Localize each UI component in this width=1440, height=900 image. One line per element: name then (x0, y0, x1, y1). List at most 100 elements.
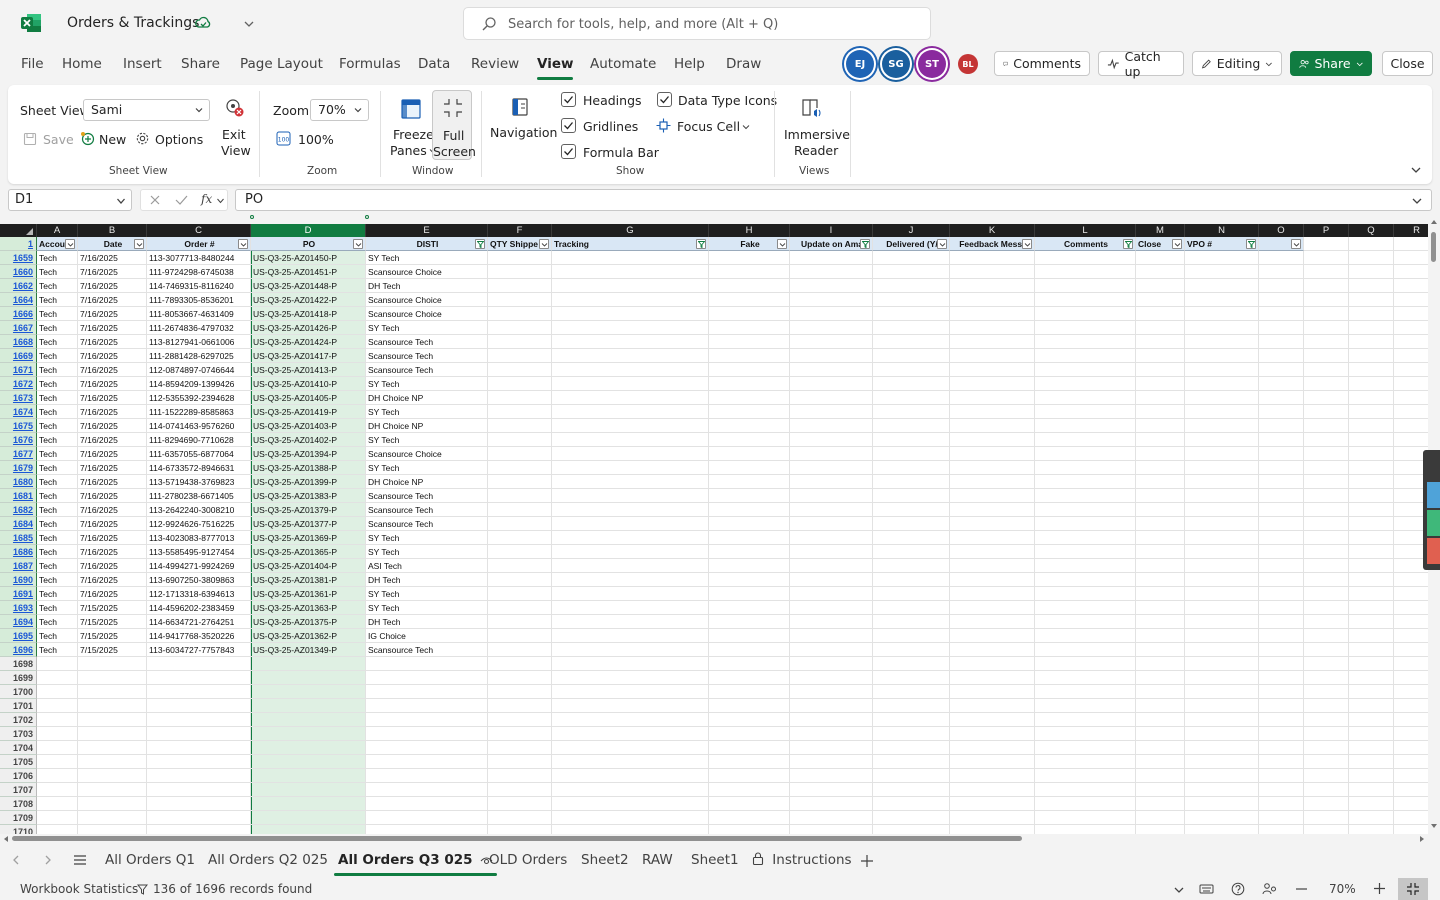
accessibility-icon[interactable] (1262, 882, 1277, 896)
table-cell[interactable] (950, 699, 1035, 713)
table-cell[interactable] (488, 405, 552, 419)
name-box[interactable]: D1 (8, 189, 132, 211)
exit-view-button[interactable]: Exit View (218, 97, 251, 159)
formula-input[interactable]: PO (235, 189, 1432, 211)
table-cell[interactable] (1259, 797, 1304, 811)
table-cell[interactable]: 114-0741463-9576260 (147, 419, 251, 433)
table-cell[interactable]: 7/16/2025 (78, 293, 147, 307)
table-cell[interactable] (709, 363, 790, 377)
table-cell[interactable] (78, 797, 147, 811)
table-cell[interactable]: US-Q3-25-AZ01365-P (251, 545, 366, 559)
table-cell[interactable]: US-Q3-25-AZ01448-P (251, 279, 366, 293)
row-header[interactable]: 1705 (0, 755, 37, 769)
table-cell[interactable]: 7/16/2025 (78, 503, 147, 517)
table-cell[interactable] (709, 503, 790, 517)
table-cell[interactable] (1035, 349, 1136, 363)
immersive-reader-button[interactable]: Immersive Reader (784, 95, 850, 159)
table-cell[interactable] (1349, 699, 1394, 713)
full-screen-button[interactable]: Full Screen (432, 90, 476, 160)
table-cell[interactable] (1394, 713, 1428, 727)
table-cell[interactable] (1136, 503, 1185, 517)
table-cell[interactable] (1185, 601, 1259, 615)
table-cell[interactable] (251, 825, 366, 834)
table-cell[interactable] (873, 321, 950, 335)
table-cell[interactable] (1035, 377, 1136, 391)
table-cell[interactable] (37, 685, 78, 699)
table-cell[interactable]: Tech (37, 475, 78, 489)
table-cell[interactable] (1304, 629, 1349, 643)
table-cell[interactable] (1035, 629, 1136, 643)
table-cell[interactable] (1304, 293, 1349, 307)
table-cell[interactable] (78, 769, 147, 783)
table-cell[interactable] (1185, 433, 1259, 447)
table-cell[interactable] (488, 797, 552, 811)
table-cell[interactable] (1136, 783, 1185, 797)
row-header[interactable]: 1687 (0, 559, 37, 573)
table-cell[interactable] (950, 335, 1035, 349)
table-cell[interactable] (1349, 573, 1394, 587)
table-cell[interactable] (1185, 783, 1259, 797)
table-cell[interactable] (1035, 251, 1136, 265)
table-cell[interactable]: 112-0874897-0746644 (147, 363, 251, 377)
table-cell[interactable] (552, 433, 709, 447)
tab-page-layout[interactable]: Page Layout (240, 56, 323, 72)
filter-dropdown-icon[interactable] (777, 239, 787, 249)
table-cell[interactable] (790, 545, 873, 559)
table-cell[interactable] (1259, 405, 1304, 419)
table-cell[interactable] (1259, 363, 1304, 377)
table-cell[interactable]: 7/15/2025 (78, 629, 147, 643)
table-cell[interactable] (1394, 657, 1428, 671)
table-cell[interactable] (1136, 573, 1185, 587)
table-cell[interactable]: US-Q3-25-AZ01405-P (251, 391, 366, 405)
column-header-p[interactable]: P (1304, 224, 1349, 237)
table-cell[interactable] (950, 825, 1035, 834)
table-cell[interactable] (366, 825, 488, 834)
table-cell[interactable] (552, 769, 709, 783)
table-cell[interactable]: ASI Tech (366, 559, 488, 573)
keyboard-icon[interactable] (1199, 883, 1214, 895)
table-cell[interactable]: Tech (37, 615, 78, 629)
table-cell[interactable] (1136, 461, 1185, 475)
table-cell[interactable]: Scansource Choice (366, 447, 488, 461)
table-cell[interactable]: Scansource Tech (366, 363, 488, 377)
table-cell[interactable] (790, 769, 873, 783)
table-cell[interactable]: 7/16/2025 (78, 307, 147, 321)
table-cell[interactable] (1185, 489, 1259, 503)
zoom-in-plus-icon[interactable] (1373, 882, 1386, 895)
table-cell[interactable] (366, 685, 488, 699)
table-cell[interactable] (1035, 573, 1136, 587)
table-cell[interactable]: 7/16/2025 (78, 251, 147, 265)
table-cell[interactable] (873, 531, 950, 545)
table-cell[interactable] (488, 363, 552, 377)
table-cell[interactable] (1035, 531, 1136, 545)
table-cell[interactable] (1304, 769, 1349, 783)
table-cell[interactable] (1394, 783, 1428, 797)
table-cell[interactable] (1259, 279, 1304, 293)
table-cell[interactable] (709, 615, 790, 629)
table-cell[interactable] (37, 671, 78, 685)
table-cell[interactable] (709, 335, 790, 349)
filter-dropdown-icon[interactable] (1172, 239, 1182, 249)
table-cell[interactable] (1136, 755, 1185, 769)
table-cell[interactable] (488, 573, 552, 587)
table-cell[interactable]: 111-7893305-8536201 (147, 293, 251, 307)
table-cell[interactable] (1136, 405, 1185, 419)
table-cell[interactable] (950, 629, 1035, 643)
table-cell[interactable] (37, 755, 78, 769)
table-cell[interactable] (488, 307, 552, 321)
table-cell[interactable] (709, 741, 790, 755)
table-cell[interactable]: 111-2780238-6671405 (147, 489, 251, 503)
table-cell[interactable] (1035, 825, 1136, 834)
table-cell[interactable] (950, 797, 1035, 811)
table-cell[interactable] (488, 671, 552, 685)
table-cell[interactable] (709, 727, 790, 741)
table-cell[interactable] (1185, 573, 1259, 587)
row-header[interactable]: 1710 (0, 825, 37, 834)
table-cell[interactable] (37, 811, 78, 825)
table-cell[interactable]: Scansource Tech (366, 503, 488, 517)
row-header[interactable]: 1677 (0, 447, 37, 461)
table-cell[interactable] (709, 545, 790, 559)
filter-applied-icon[interactable] (1123, 239, 1133, 249)
filter-dropdown-icon[interactable] (1291, 239, 1301, 249)
table-cell[interactable] (1185, 447, 1259, 461)
